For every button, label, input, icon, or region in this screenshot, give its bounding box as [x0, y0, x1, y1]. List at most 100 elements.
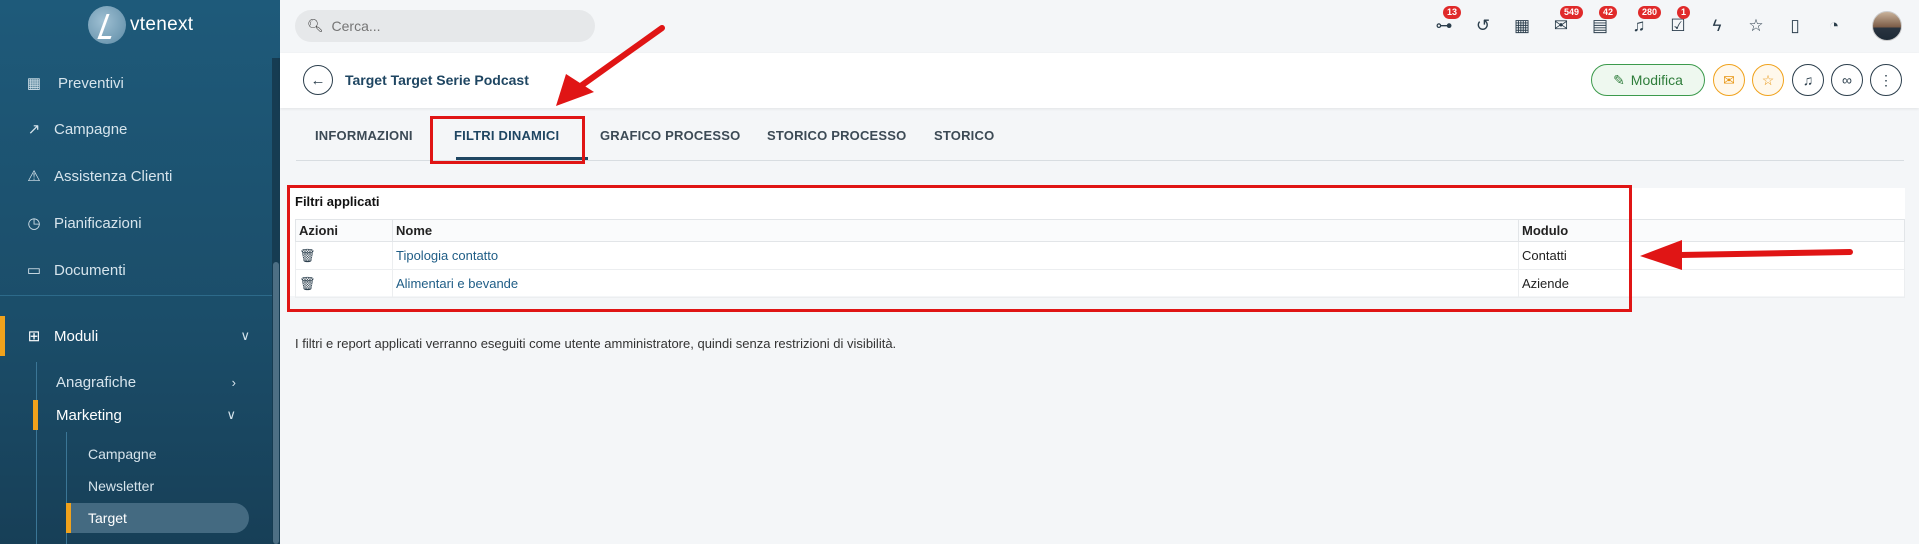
sidebar-item-campagne-marketing[interactable]: Campagne — [88, 439, 248, 469]
sidebar-item-anagrafiche[interactable]: Anagrafiche › — [56, 367, 256, 397]
table-cell-modulo: Contatti — [1518, 241, 1905, 270]
sidebar-item-newsletter[interactable]: Newsletter — [88, 471, 248, 501]
pencil-icon: ✎ — [1613, 71, 1625, 88]
app-logo[interactable]: vtenext — [88, 6, 193, 44]
sidebar-item-label: Preventivi — [58, 74, 124, 92]
edit-button-label: Modifica — [1630, 72, 1683, 88]
sidebar-item-target[interactable]: Target — [88, 503, 248, 533]
trend-icon: ↗ — [27, 121, 41, 138]
sidebar-item-label: Pianificazioni — [54, 214, 142, 232]
top-bar: 🔍︎ ⊶13 ↺ ▦ ✉549 ▤42 ♫280 ☑1 ϟ ☆ ▯ ◔ — [280, 0, 1919, 53]
clock-icon: ◷ — [27, 215, 41, 232]
edit-button[interactable]: ✎ Modifica — [1591, 64, 1705, 96]
folder-icon: ▭ — [26, 262, 42, 279]
record-header: ← Target Target Serie Podcast ✎ Modifica… — [280, 53, 1919, 108]
more-options-button[interactable]: ⋮ — [1870, 64, 1902, 96]
active-indicator — [66, 503, 71, 533]
grid-icon: ⊞ — [27, 328, 41, 345]
send-email-button[interactable]: ✉ — [1713, 64, 1745, 96]
notification-badge: 280 — [1638, 6, 1662, 19]
sidebar-item-label: Assistenza Clienti — [54, 167, 173, 185]
mail-icon: ✉ — [1723, 71, 1735, 88]
sidebar-item-label: Campagne — [54, 120, 128, 138]
visibility-note: I filtri e report applicati verranno ese… — [295, 336, 897, 351]
column-header-azioni: Azioni — [295, 219, 393, 242]
sidebar-item-marketing[interactable]: Marketing ∨ — [56, 400, 256, 430]
sidebar-item-label: Moduli — [54, 327, 99, 345]
link-button[interactable]: ∞ — [1831, 64, 1863, 96]
sidebar-item-label: Marketing — [56, 406, 122, 424]
logo-text: vtenext — [130, 14, 194, 35]
star-icon[interactable]: ☆ — [1744, 14, 1768, 38]
sidebar-item-label: Anagrafiche — [56, 373, 137, 391]
chevron-down-icon: ∨ — [226, 407, 236, 422]
notification-badge: 549 — [1560, 6, 1584, 19]
logo-icon — [88, 6, 126, 44]
active-tab-indicator — [456, 157, 588, 160]
table-cell-actions: 🗑︎ — [295, 241, 393, 270]
table-cell-nome: Alimentari e bevande — [392, 269, 1519, 298]
chat-icon[interactable]: ▤ 42 — [1588, 6, 1618, 38]
tab-filtri-dinamici[interactable]: FILTRI DINAMICI — [454, 128, 559, 143]
panel-title: Filtri applicati — [295, 194, 380, 209]
sidebar-item-campagne[interactable]: ↗ Campagne — [0, 109, 272, 149]
tab-storico[interactable]: STORICO — [934, 128, 994, 143]
sidebar-scroll-thumb[interactable] — [273, 262, 279, 544]
favorite-button[interactable]: ☆ — [1752, 64, 1784, 96]
column-header-modulo: Modulo — [1518, 219, 1905, 242]
back-button[interactable]: ← — [303, 65, 333, 95]
sidebar-item-label: Newsletter — [88, 478, 155, 494]
trash-icon[interactable]: 🗑︎ — [299, 248, 316, 263]
tab-informazioni[interactable]: INFORMAZIONI — [315, 128, 413, 143]
column-header-nome: Nome — [392, 219, 1519, 242]
mail-icon[interactable]: ✉ 549 — [1549, 6, 1584, 38]
arrow-left-icon: ← — [310, 71, 326, 89]
bell-icon: ♫ — [1802, 72, 1814, 88]
filters-table: Azioni Nome Modulo 🗑︎ Tipologia contatto… — [295, 219, 1905, 298]
follow-button[interactable]: ♫ — [1792, 64, 1824, 96]
table-header-row: Azioni Nome Modulo — [295, 219, 1905, 242]
table-cell-modulo: Aziende — [1518, 269, 1905, 298]
notification-badge: 42 — [1599, 6, 1618, 19]
chevron-down-icon: ∨ — [240, 328, 250, 343]
table-cell-actions: 🗑︎ — [295, 269, 393, 298]
bolt-icon[interactable]: ϟ — [1705, 14, 1729, 38]
page-title: Target Target Serie Podcast — [345, 72, 529, 88]
notification-badge: 1 — [1677, 6, 1691, 19]
tree-line — [36, 362, 37, 544]
tab-storico-processo[interactable]: STORICO PROCESSO — [767, 128, 906, 143]
search-input[interactable] — [331, 18, 572, 34]
calculator-icon: ▦ — [26, 75, 42, 92]
user-avatar[interactable] — [1872, 11, 1902, 41]
active-indicator — [33, 400, 38, 430]
active-indicator — [0, 316, 5, 356]
table-row: 🗑︎ Tipologia contatto Contatti — [295, 241, 1905, 270]
warning-icon: ⚠ — [27, 168, 41, 185]
notification-badge: 13 — [1443, 6, 1462, 19]
sidebar-item-moduli[interactable]: ⊞ Moduli ∨ — [0, 316, 272, 356]
calendar-icon[interactable]: ▦ — [1510, 14, 1534, 38]
search-box[interactable]: 🔍︎ — [295, 10, 595, 42]
sitemap-icon[interactable]: ⊶ 13 — [1432, 6, 1462, 38]
filter-link[interactable]: Tipologia contatto — [396, 248, 498, 263]
document-icon[interactable]: ▯ — [1783, 14, 1807, 38]
table-row: 🗑︎ Alimentari e bevande Aziende — [295, 269, 1905, 298]
sidebar-item-pianificazioni[interactable]: ◷ Pianificazioni — [0, 203, 272, 243]
link-icon: ∞ — [1842, 72, 1852, 88]
sidebar-item-assistenza-clienti[interactable]: ⚠ Assistenza Clienti — [0, 156, 272, 196]
timer-icon[interactable]: ◔ — [1822, 14, 1846, 38]
sidebar-divider — [0, 295, 272, 296]
history-icon[interactable]: ↺ — [1471, 14, 1495, 38]
checkbox-icon[interactable]: ☑ 1 — [1666, 6, 1691, 38]
sidebar-item-label: Documenti — [54, 261, 126, 279]
trash-icon[interactable]: 🗑︎ — [299, 276, 316, 291]
sidebar-item-label: Campagne — [88, 446, 157, 462]
bell-icon[interactable]: ♫ 280 — [1627, 6, 1662, 38]
sidebar-item-preventivi[interactable]: ▦ Preventivi — [0, 63, 272, 103]
chevron-right-icon: › — [231, 374, 236, 390]
more-vertical-icon: ⋮ — [1879, 71, 1893, 88]
tab-grafico-processo[interactable]: GRAFICO PROCESSO — [600, 128, 740, 143]
sidebar-item-documenti[interactable]: ▭ Documenti — [0, 250, 272, 290]
tab-bar: INFORMAZIONI FILTRI DINAMICI GRAFICO PRO… — [296, 114, 1904, 161]
filter-link[interactable]: Alimentari e bevande — [396, 276, 518, 291]
